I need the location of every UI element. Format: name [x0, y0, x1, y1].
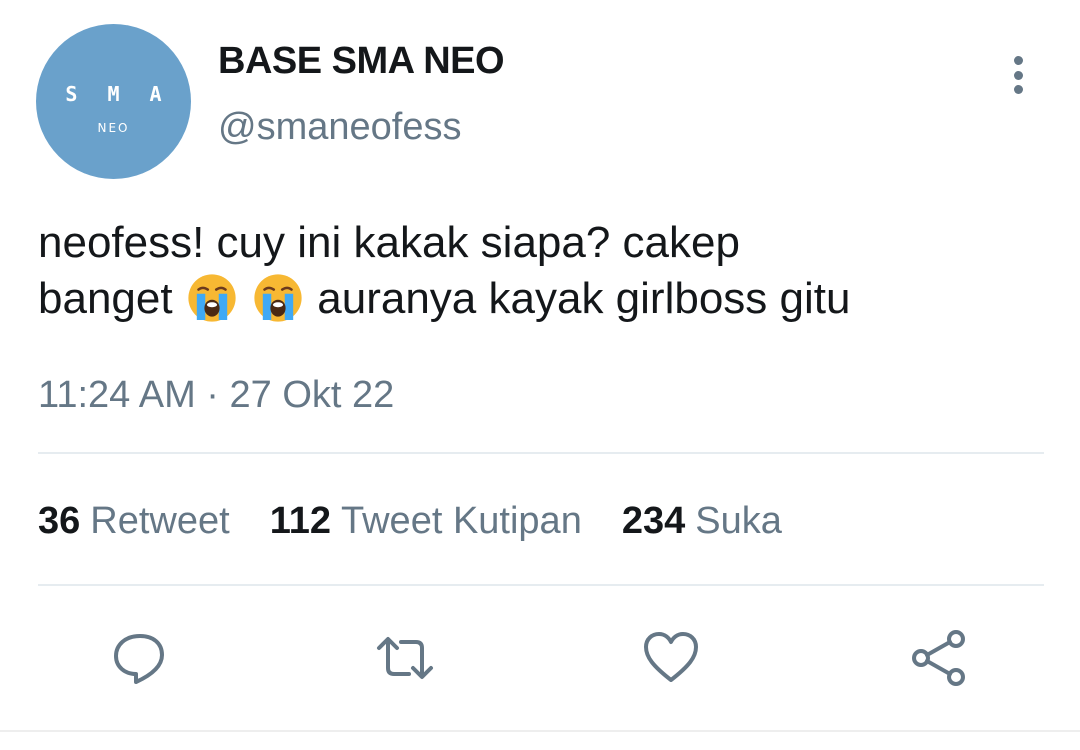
tweet-text: neofess! cuy ini kakak siapa? cakep bang…	[38, 215, 1048, 327]
divider	[0, 730, 1080, 732]
quote-label: Tweet Kutipan	[341, 500, 582, 542]
quote-count: 112	[269, 500, 331, 542]
more-vertical-icon	[1013, 70, 1023, 80]
retweet-icon	[377, 637, 433, 679]
avatar-letters: S M A	[36, 82, 191, 106]
heart-icon	[644, 632, 698, 682]
retweet-count: 36	[38, 500, 81, 542]
avatar-letter: A	[149, 82, 162, 106]
share-button[interactable]	[908, 628, 968, 688]
tweet-text-line: banget auranya kayak girlboss gitu	[38, 271, 1048, 327]
share-icon	[912, 630, 965, 686]
tweet-text-segment: banget	[38, 274, 185, 323]
tweet-timestamp[interactable]: 11:24 AM · 27 Okt 22	[38, 374, 394, 417]
divider	[38, 584, 1044, 586]
divider	[38, 452, 1044, 454]
tweet-text-segment: auranya kayak girlboss gitu	[305, 274, 851, 323]
quote-count-link[interactable]: 112 Tweet Kutipan	[270, 500, 582, 543]
more-options-button[interactable]	[996, 52, 1040, 98]
like-label: Suka	[695, 500, 782, 542]
reply-button[interactable]	[110, 628, 170, 688]
avatar-letter: S	[65, 82, 78, 106]
display-name[interactable]: BASE SMA NEO	[218, 40, 505, 83]
reply-icon	[114, 634, 164, 684]
like-count: 234	[621, 500, 686, 542]
like-count-link[interactable]: 234 Suka	[622, 500, 782, 543]
tweet-text-line: neofess! cuy ini kakak siapa? cakep	[38, 218, 740, 267]
avatar-subtext: NEO	[97, 121, 130, 135]
retweet-count-link[interactable]: 36 Retweet	[38, 500, 230, 543]
avatar[interactable]: S M A NEO	[36, 24, 191, 179]
loudly-crying-face-icon	[254, 274, 302, 322]
more-vertical-icon	[1013, 85, 1023, 94]
tweet-stats: 36 Retweet 112 Tweet Kutipan 234 Suka	[38, 500, 782, 543]
like-button[interactable]	[641, 628, 701, 688]
retweet-label: Retweet	[90, 500, 230, 542]
loudly-crying-face-icon	[188, 274, 236, 322]
avatar-letter: M	[107, 82, 120, 106]
more-vertical-icon	[1013, 56, 1023, 65]
account-handle[interactable]: @smaneofess	[218, 106, 461, 149]
retweet-button[interactable]	[375, 628, 435, 688]
